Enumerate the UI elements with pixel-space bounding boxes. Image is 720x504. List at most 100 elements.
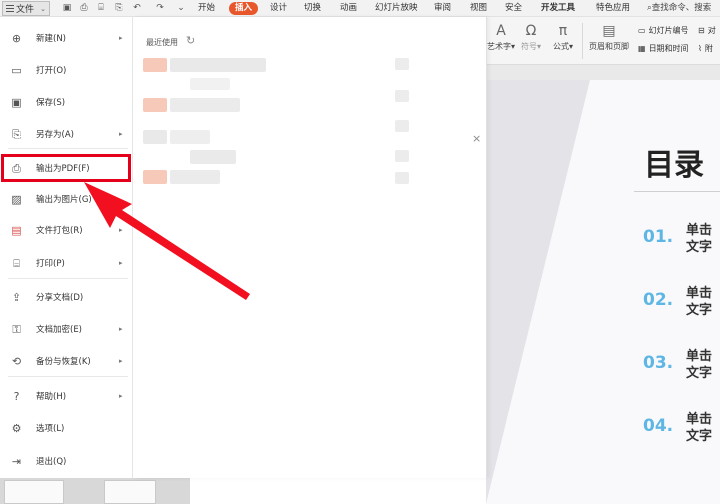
toc-number: 01. <box>643 227 674 247</box>
slide-title[interactable]: 目录 <box>644 140 704 184</box>
recent-file-name[interactable] <box>170 130 210 144</box>
menu-item-label: 打开(O) <box>36 66 67 76</box>
symbol-button[interactable]: Ω 符号▾ <box>516 23 546 52</box>
art-text-button[interactable]: A 艺术字▾ <box>486 23 516 52</box>
chevron-right-icon: ▸ <box>119 34 123 42</box>
undo-icon[interactable]: ↶ <box>132 3 142 13</box>
preview-quick-icon[interactable]: ⎘ <box>114 3 124 13</box>
ribbon: A 艺术字▾ Ω 符号▾ π 公式▾ ▤ 页眉和页脚 ▭ 幻灯片编号 ▦ 日期和… <box>486 17 720 65</box>
chevron-right-icon: ▸ <box>119 392 123 400</box>
export-image-icon: ▨ <box>11 192 22 206</box>
recent-file-icon[interactable] <box>143 130 167 144</box>
close-icon[interactable]: × <box>472 132 481 145</box>
slide-divider <box>634 191 720 192</box>
menu-item-backup[interactable]: ⟲ 备份与恢复(K) ▸ <box>0 350 133 372</box>
menu-item-open[interactable]: ▭ 打开(O) <box>0 59 133 81</box>
slide-number-label: 幻灯片编号 <box>648 26 689 35</box>
toc-text[interactable]: 单击 文字 <box>686 348 720 382</box>
tab-security[interactable]: 安全 <box>505 2 522 15</box>
menu-item-new[interactable]: ⊕ 新建(N) ▸ <box>0 27 133 49</box>
menu-item-save-as[interactable]: ⎘ 另存为(A) ▸ <box>0 123 133 145</box>
recent-file-name[interactable] <box>170 98 240 112</box>
toc-text[interactable]: 单击 文字 <box>686 411 720 445</box>
annotation-arrow <box>84 182 250 300</box>
formula-button[interactable]: π 公式▾ <box>548 23 578 52</box>
menu-item-help[interactable]: ? 帮助(H) ▸ <box>0 385 133 407</box>
chevron-right-icon: ▸ <box>119 130 123 138</box>
toc-text[interactable]: 单击 文字 <box>686 222 720 256</box>
toc-line: 文字 <box>686 366 713 381</box>
save-quick-icon[interactable]: ▣ <box>62 3 72 13</box>
recent-file-meta <box>395 150 409 162</box>
tab-animation[interactable]: 动画 <box>340 2 357 15</box>
toc-line: 文字 <box>686 429 713 444</box>
tab-special[interactable]: 特色应用 <box>596 2 630 15</box>
object-label: 对 <box>707 26 716 35</box>
menu-item-label: 选项(L) <box>36 424 65 434</box>
toc-number: 03. <box>643 353 674 373</box>
file-menu-label: 文件 <box>16 5 35 15</box>
recent-file-icon[interactable] <box>143 98 167 112</box>
recent-file-path <box>190 78 230 90</box>
symbol-label: 符号 <box>520 42 537 51</box>
recent-file-path <box>190 150 236 164</box>
recent-file-meta <box>395 58 409 70</box>
search-command[interactable]: ⌕查找命令、搜索 <box>647 2 711 15</box>
header-footer-icon: ▤ <box>602 23 616 39</box>
menu-item-encrypt[interactable]: ⚿ 文档加密(E) ▸ <box>0 318 133 340</box>
menu-item-label: 保存(S) <box>36 98 66 108</box>
toc-line: 文字 <box>686 240 713 255</box>
art-text-label: 艺术字 <box>486 42 511 51</box>
file-menu-button[interactable]: 文件 ⌄ <box>2 1 50 16</box>
datetime-button[interactable]: ▦ 日期和时间 <box>638 43 689 54</box>
print-quick-icon[interactable]: ⌸ <box>96 3 106 13</box>
toc-line: 单击 <box>686 349 713 364</box>
recent-file-icon[interactable] <box>143 58 167 72</box>
recent-file-meta <box>395 120 409 132</box>
toc-line: 单击 <box>686 223 713 238</box>
tab-review[interactable]: 审阅 <box>434 2 451 15</box>
chevron-right-icon: ▸ <box>119 325 123 333</box>
header-footer-button[interactable]: ▤ 页眉和页脚 <box>586 23 632 52</box>
object-button[interactable]: ⊟ 对 <box>698 25 716 36</box>
new-doc-icon: ⊕ <box>11 31 22 45</box>
tab-transition[interactable]: 切换 <box>304 2 321 15</box>
menu-item-save[interactable]: ▣ 保存(S) <box>0 91 133 113</box>
tab-home[interactable]: 开始 <box>198 2 215 15</box>
toc-text[interactable]: 单击 文字 <box>686 285 720 319</box>
slide-number-button[interactable]: ▭ 幻灯片编号 <box>638 25 689 36</box>
redo-icon[interactable]: ↷ <box>155 3 165 13</box>
menu-item-label: 打印(P) <box>36 259 65 269</box>
chevron-down-icon: ▾ <box>510 42 515 51</box>
tab-insert[interactable]: 插入 <box>229 2 259 15</box>
options-gear-icon: ⚙ <box>11 421 22 435</box>
menu-item-exit[interactable]: ⇥ 退出(Q) <box>0 450 133 472</box>
omega-symbol-icon: Ω <box>525 23 537 39</box>
backup-icon: ⟲ <box>11 354 22 368</box>
paperclip-icon: ⌇ <box>698 44 702 53</box>
refresh-icon[interactable]: ↻ <box>186 34 195 47</box>
help-icon: ? <box>13 389 20 403</box>
toc-number: 02. <box>643 290 674 310</box>
tab-slideshow[interactable]: 幻灯片放映 <box>375 2 418 15</box>
tab-view[interactable]: 视图 <box>470 2 487 15</box>
chevron-down-icon: ⌄ <box>40 4 46 13</box>
recent-file-meta <box>395 172 409 184</box>
menu-divider <box>8 148 128 149</box>
tab-developer[interactable]: 开发工具 <box>541 2 575 15</box>
customize-quick-icon[interactable]: ⌄ <box>176 3 186 13</box>
ribbon-divider <box>582 23 583 59</box>
slide-thumbnail[interactable] <box>4 480 64 504</box>
tab-design[interactable]: 设计 <box>270 2 287 15</box>
recent-file-name[interactable] <box>170 58 266 72</box>
menu-item-label: 新建(N) <box>36 34 66 44</box>
attachment-button[interactable]: ⌇ 附 <box>698 43 713 54</box>
output-quick-icon[interactable]: ⎙ <box>79 3 89 13</box>
folder-open-icon: ▭ <box>11 63 22 77</box>
menu-item-options[interactable]: ⚙ 选项(L) <box>0 417 133 439</box>
hamburger-icon <box>6 5 14 12</box>
menu-item-label: 文档加密(E) <box>36 325 83 335</box>
datetime-label: 日期和时间 <box>648 44 689 53</box>
slide-thumbnail[interactable] <box>104 480 156 504</box>
header-footer-label: 页眉和页脚 <box>589 42 629 51</box>
